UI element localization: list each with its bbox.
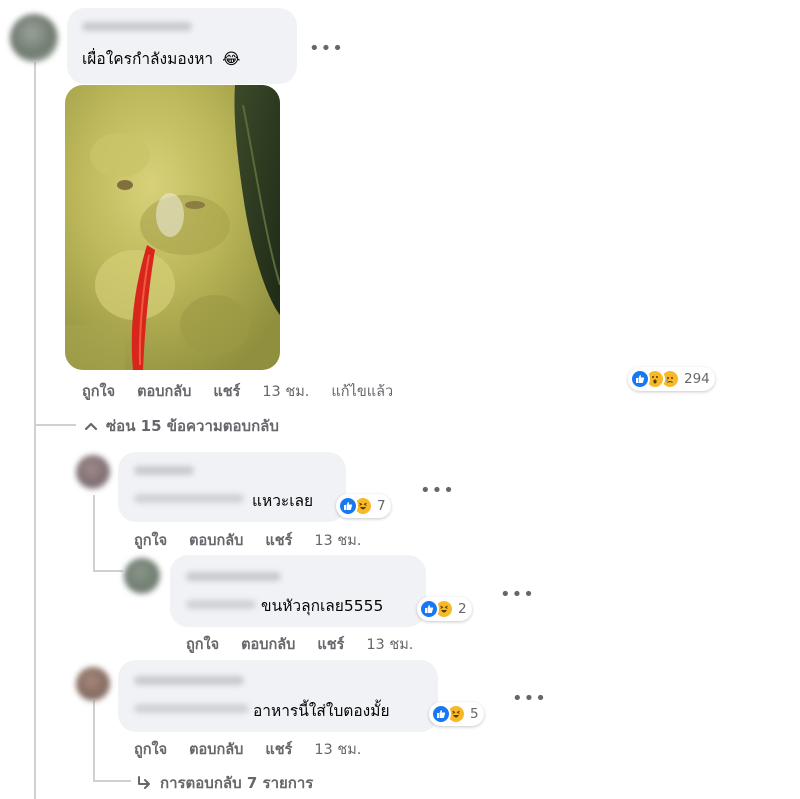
timestamp[interactable]: 13 ชม.	[314, 738, 361, 761]
reply-avatar-2[interactable]	[124, 558, 160, 594]
timestamp[interactable]: 13 ชม.	[314, 529, 361, 552]
view-more-replies-button[interactable]: การตอบกลับ 7 รายการ	[136, 771, 313, 795]
reply-text-1: แหวะเลย	[252, 492, 314, 510]
like-button[interactable]: ถูกใจ	[186, 633, 219, 656]
reply-mention-3[interactable]	[134, 704, 249, 713]
laughing-emoji: 😂	[222, 50, 241, 68]
reply-button[interactable]: ตอบกลับ	[137, 380, 191, 403]
thread-line-reply-3	[93, 700, 95, 780]
thread-line-branch-2	[93, 570, 123, 572]
reply-mention-1[interactable]	[134, 494, 244, 503]
reply-actions-3: ถูกใจ ตอบกลับ แชร์ 13 ชม.	[134, 738, 361, 761]
chevron-up-icon	[84, 422, 98, 431]
reply-button[interactable]: ตอบกลับ	[189, 738, 243, 761]
reply-text-2: ขนหัวลุกเลย5555	[261, 597, 384, 615]
reply-actions-1: ถูกใจ ตอบกลับ แชร์ 13 ชม.	[134, 529, 361, 552]
timestamp[interactable]: 13 ชม.	[366, 633, 413, 656]
share-button[interactable]: แชร์	[265, 529, 292, 552]
reply-reactions-3[interactable]: 5	[429, 702, 484, 726]
like-icon	[431, 704, 451, 724]
reply-actions-2: ถูกใจ ตอบกลับ แชร์ 13 ชม.	[186, 633, 413, 656]
edited-label[interactable]: แก้ไขแล้ว	[331, 380, 393, 403]
reply-text-3: อาหารนี้ใส่ใบตองมั้ย	[253, 702, 390, 720]
reply-bubble-3	[118, 660, 438, 732]
green-curry-photo-icon	[65, 85, 280, 370]
like-icon	[630, 369, 650, 389]
more-options-icon[interactable]: •••	[512, 690, 547, 708]
hide-replies-label: ซ่อน 15 ข้อความตอบกลับ	[106, 417, 279, 435]
like-button[interactable]: ถูกใจ	[82, 380, 115, 403]
reply-name-3[interactable]	[134, 676, 244, 685]
reply-reactions-2[interactable]: 2	[417, 597, 472, 621]
commenter-name[interactable]	[82, 22, 192, 31]
reply-avatar-1[interactable]	[76, 455, 110, 489]
share-button[interactable]: แชร์	[213, 380, 240, 403]
comment-photo[interactable]	[65, 85, 280, 370]
reaction-count: 2	[458, 601, 467, 617]
reply-button[interactable]: ตอบกลับ	[241, 633, 295, 656]
thread-line-main	[34, 62, 36, 799]
more-options-icon[interactable]: •••	[500, 586, 535, 604]
more-options-icon[interactable]: •••	[309, 40, 344, 58]
commenter-avatar[interactable]	[10, 14, 58, 62]
more-options-icon[interactable]: •••	[420, 482, 455, 500]
reply-name-2[interactable]	[186, 572, 281, 581]
like-icon	[338, 496, 358, 516]
thread-line-branch-1	[34, 424, 76, 426]
reply-name-1[interactable]	[134, 466, 194, 475]
like-button[interactable]: ถูกใจ	[134, 529, 167, 552]
reply-avatar-3[interactable]	[76, 667, 110, 701]
share-button[interactable]: แชร์	[265, 738, 292, 761]
reply-arrow-icon	[138, 776, 150, 789]
timestamp[interactable]: 13 ชม.	[262, 380, 309, 403]
reaction-count: 294	[684, 371, 710, 387]
reply-mention-2[interactable]	[186, 600, 256, 609]
reply-button[interactable]: ตอบกลับ	[189, 529, 243, 552]
comment-bubble	[67, 8, 297, 84]
reply-bubble-1	[118, 452, 346, 522]
like-icon	[419, 599, 439, 619]
share-button[interactable]: แชร์	[317, 633, 344, 656]
reply-bubble-2	[170, 555, 426, 627]
view-more-replies-label: การตอบกลับ 7 รายการ	[160, 774, 314, 792]
comment-text-content: เผื่อใครกำลังมองหา	[82, 50, 214, 68]
comment-actions: ถูกใจ ตอบกลับ แชร์ 13 ชม. แก้ไขแล้ว	[82, 380, 393, 403]
reaction-summary[interactable]: 294	[628, 367, 715, 391]
reaction-count: 5	[470, 706, 479, 722]
hide-replies-button[interactable]: ซ่อน 15 ข้อความตอบกลับ	[84, 414, 279, 438]
like-button[interactable]: ถูกใจ	[134, 738, 167, 761]
reply-reactions-1[interactable]: 7	[336, 494, 391, 518]
thread-line-reply-1	[93, 495, 95, 570]
thread-line-branch-3	[93, 780, 131, 782]
reaction-count: 7	[377, 498, 386, 514]
comment-text: เผื่อใครกำลังมองหา 😂	[82, 49, 240, 69]
